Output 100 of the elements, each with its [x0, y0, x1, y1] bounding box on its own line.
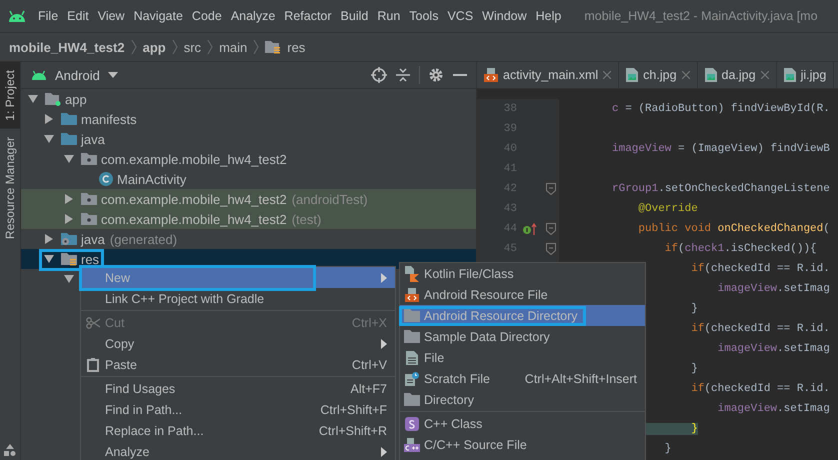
breadcrumb-item[interactable]: app [142, 40, 166, 54]
folder-icon [61, 112, 77, 126]
tree-row[interactable]: manifests [21, 109, 476, 129]
menu-item[interactable]: Help [536, 9, 562, 23]
module-folder-icon [45, 92, 61, 106]
tree-row[interactable]: app [21, 89, 476, 109]
tool-window-tab[interactable]: 1: Project [0, 62, 20, 129]
shapes-icon[interactable] [4, 444, 16, 456]
menu-item[interactable]: Window [482, 9, 527, 23]
collapse-all-icon[interactable] [395, 67, 411, 83]
chevron-icon [207, 39, 214, 55]
chevron-icon [130, 39, 137, 55]
android-icon [31, 69, 47, 81]
breadcrumb-item[interactable]: src [184, 40, 202, 54]
tree-item-label: java [81, 132, 105, 146]
breadcrumb-item[interactable]: mobile_HW4_test2 [9, 40, 125, 54]
tree-item-label: com.example.mobile_hw4_test2 [101, 212, 287, 226]
folder-icon [404, 309, 420, 322]
expanded-arrow-icon[interactable] [64, 154, 74, 164]
collapsed-arrow-icon[interactable] [44, 234, 54, 244]
tree-row[interactable]: com.example.mobile_hw4_test2 [21, 149, 476, 169]
tree-item-label: manifests [81, 112, 137, 126]
expanded-arrow-icon[interactable] [44, 134, 54, 144]
class-icon [405, 416, 419, 430]
menu-item[interactable]: Tools [409, 9, 438, 23]
menu-item[interactable]: Navigate [134, 9, 183, 23]
menu-item[interactable]: VCS [447, 9, 474, 23]
menu-item[interactable]: Code [192, 9, 222, 23]
fold-marker-icon[interactable] [546, 223, 556, 235]
image-file-icon [704, 68, 717, 82]
fold-marker-icon[interactable] [546, 183, 556, 195]
editor-tab[interactable]: da.jpg [698, 62, 777, 88]
tree-row[interactable]: MainActivity [21, 169, 476, 189]
menu-item[interactable]: Copy [81, 333, 395, 354]
code-line: imageView.setImag [716, 403, 830, 415]
menu-item[interactable]: View [98, 9, 125, 23]
close-icon[interactable] [682, 71, 690, 79]
collapsed-arrow-icon[interactable] [44, 114, 54, 124]
override-marker-icon[interactable] [522, 223, 538, 235]
breadcrumb-item[interactable]: main [219, 40, 248, 54]
class-icon [99, 172, 113, 186]
tree-row[interactable]: com.example.mobile_hw4_test2 (test) [21, 209, 476, 229]
editor-tab[interactable]: activity_main.xml [477, 62, 620, 88]
menu-item[interactable]: Refactor [284, 9, 332, 23]
resource-file-icon [405, 288, 419, 302]
menu-item[interactable]: Analyze [81, 441, 395, 460]
menu-item[interactable]: Edit [67, 9, 89, 23]
folder-icon [61, 132, 77, 146]
tree-row[interactable]: java [21, 129, 476, 149]
tree-item-suffix: (generated) [110, 232, 178, 246]
menu-item[interactable]: Replace in Path... Ctrl+Shift+R [81, 420, 395, 441]
menu-item[interactable]: Analyze [230, 9, 276, 23]
tree-row[interactable]: java (generated) [21, 229, 476, 249]
menu-item[interactable]: File [400, 347, 645, 368]
menu-item[interactable]: File [38, 9, 58, 23]
menu-item[interactable]: Scratch File Ctrl+Alt+Shift+Insert [400, 368, 645, 389]
tree-item-label: app [65, 92, 87, 106]
generated-folder-icon [61, 232, 77, 246]
package-icon [81, 152, 97, 166]
menu-item[interactable]: Sample Data Directory [400, 326, 645, 347]
breadcrumb-item[interactable]: res [287, 40, 306, 54]
menu-item[interactable]: Android Resource File [400, 284, 645, 305]
kotlin-file-icon [405, 266, 419, 282]
fold-marker-icon[interactable] [546, 243, 556, 255]
collapsed-arrow-icon[interactable] [64, 214, 74, 224]
tree-item-suffix: (androidTest) [292, 192, 368, 206]
menu-item[interactable]: Paste Ctrl+V [81, 354, 395, 375]
close-icon[interactable] [603, 71, 612, 79]
view-selector[interactable]: Android [55, 68, 100, 82]
menu-item[interactable]: Run [377, 9, 400, 23]
code-line: imageView.setImag [716, 283, 830, 295]
collapsed-arrow-icon[interactable] [64, 194, 74, 204]
folder-icon [404, 330, 420, 343]
menu-item[interactable]: Link C++ Project with Gradle [81, 288, 395, 309]
close-icon[interactable] [760, 71, 769, 79]
tree-row[interactable]: com.example.mobile_hw4_test2 (androidTest) [21, 189, 476, 209]
menu-item[interactable]: Directory [400, 389, 645, 410]
expanded-arrow-icon[interactable] [64, 274, 74, 284]
scratch-file-icon [405, 372, 419, 386]
code-line: } [690, 363, 698, 375]
crosshair-icon[interactable] [371, 67, 387, 83]
tool-window-tab[interactable]: Resource Manager [0, 128, 20, 247]
resource-folder-icon [61, 252, 77, 266]
dropdown-caret-icon[interactable] [108, 72, 118, 78]
chevron-icon [253, 39, 260, 55]
menu-item[interactable]: C/C++ Source File [400, 434, 645, 455]
editor-tab[interactable]: ch.jpg [619, 62, 698, 88]
package-icon [81, 192, 97, 206]
package-icon [81, 212, 97, 226]
code-line: } [690, 303, 698, 315]
code-line: if(checkedId == R.id. [690, 263, 830, 275]
editor-tab[interactable]: ji.jpg [776, 62, 834, 88]
menu-item[interactable]: Build [340, 9, 368, 23]
menu-item[interactable]: Find Usages Alt+F7 [81, 378, 395, 399]
expanded-arrow-icon[interactable] [28, 94, 38, 104]
menu-item[interactable]: Find in Path... Ctrl+Shift+F [81, 399, 395, 420]
code-line: rGroup1.setOnCheckedChangeListene [612, 183, 830, 195]
expanded-arrow-icon[interactable] [44, 254, 54, 264]
code-line: imageView.setImag [716, 343, 830, 355]
settings-icon[interactable] [428, 67, 444, 83]
